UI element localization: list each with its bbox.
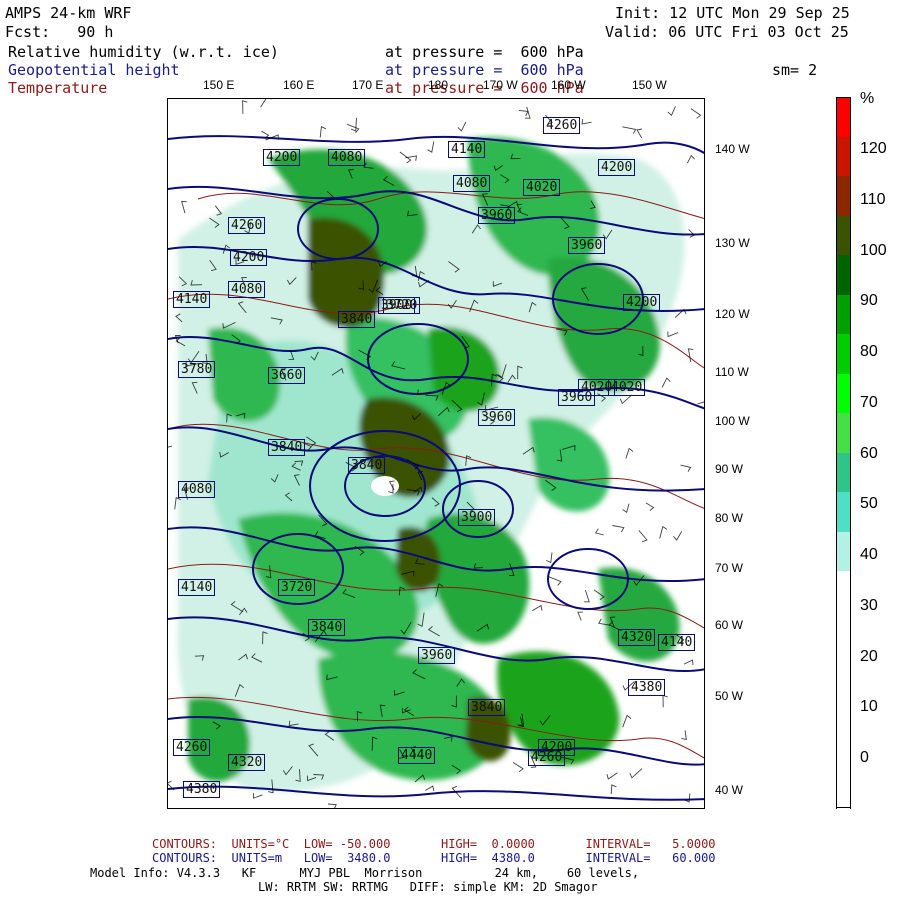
colorbar-unit: %: [860, 90, 875, 107]
lon-label-right: 70 W: [715, 561, 744, 575]
valid-time: Valid: 06 UTC Fri 03 Oct 25: [605, 23, 849, 41]
height-contour-label: 4140: [658, 634, 696, 651]
lon-label-right: 130 W: [715, 236, 750, 250]
height-contour-label: 3840: [308, 619, 346, 636]
height-contour-label: 3960: [418, 647, 456, 664]
colorbar-tick-label: 60: [860, 445, 878, 462]
height-contour-label: 4080: [228, 281, 266, 298]
var-temp-name: Temperature: [8, 79, 108, 97]
lon-label-right: 90 W: [715, 462, 744, 476]
height-contour-label: 4380: [183, 781, 221, 798]
lon-label-right: 110 W: [715, 365, 749, 379]
lon-label-top: 170 W: [483, 78, 518, 92]
lon-label-top: 150 E: [203, 78, 235, 92]
colorbar-tick-label: 70: [860, 394, 878, 411]
lon-label-right: 100 W: [715, 414, 750, 428]
colorbar-tick-label: 50: [860, 495, 878, 512]
var-rh-pressure: at pressure = 600 hPa: [385, 43, 584, 61]
colorbar-frame: [836, 97, 851, 808]
smoothing-label: sm= 2: [772, 61, 818, 79]
colorbar-tick-label: 10: [860, 698, 878, 715]
colorbar-tick-label: 110: [860, 191, 886, 208]
lon-label-right: 140 W: [715, 142, 750, 156]
height-contour-label: 4380: [628, 679, 666, 696]
var-rh-name: Relative humidity (w.r.t. ice): [8, 43, 279, 61]
height-contour-label: 3660: [268, 367, 306, 384]
footer-model-info: Model Info: V4.3.3 KF MYJ PBL Morrison 2…: [90, 866, 640, 880]
model-title: AMPS 24-km WRF: [5, 4, 132, 22]
height-contour-label: 3900: [378, 297, 416, 314]
height-contour-label: 4140: [178, 579, 216, 596]
height-contour-label: 4080: [328, 149, 366, 166]
height-contour-label: 4080: [178, 481, 216, 498]
missing-data-patch: [371, 476, 399, 496]
map-svg: [168, 99, 704, 808]
lon-label-top: 170 E: [352, 78, 384, 92]
height-contour-label: 3720: [278, 579, 316, 596]
height-contour-label: 4200: [623, 294, 661, 311]
height-contour-label: 4140: [173, 291, 211, 308]
colorbar-tick-label: 90: [860, 292, 878, 309]
height-contour-label: 4260: [173, 739, 211, 756]
height-contour-label: 4260: [228, 217, 266, 234]
height-contour-label: 3840: [468, 699, 506, 716]
var-height-pressure: at pressure = 600 hPa: [385, 61, 584, 79]
height-contour-label: 4020: [523, 179, 561, 196]
forecast-hour: Fcst: 90 h: [5, 23, 114, 41]
lon-label-top: 160 W: [551, 78, 586, 92]
lon-label-right: 60 W: [715, 618, 744, 632]
height-contour-label: 3960: [478, 207, 516, 224]
height-contour-label: 4200: [538, 739, 576, 756]
footer-height-contours: CONTOURS: UNITS=m LOW= 3480.0 HIGH= 4380…: [152, 851, 716, 865]
map-panel: 4260 4200 4080 4140 4200 4020 4080 3960 4260 4200…: [167, 98, 705, 809]
height-contour-label: 4320: [618, 629, 656, 646]
height-contour-label: 4140: [448, 141, 486, 158]
var-height-name: Geopotential height: [8, 61, 180, 79]
height-contour-label: 3840: [338, 311, 376, 328]
height-contour-label: 3780: [178, 361, 216, 378]
colorbar-tick-label: 30: [860, 597, 878, 614]
colorbar-tick-label: 120: [860, 140, 887, 157]
lon-label-right: 120 W: [715, 307, 750, 321]
colorbar-tick-label: 80: [860, 343, 878, 360]
height-contour-label: 4440: [398, 747, 436, 764]
height-contour-label: 4320: [228, 754, 266, 771]
init-time: Init: 12 UTC Mon 29 Sep 25: [615, 4, 850, 22]
footer-physics-info: LW: RRTM SW: RRTMG DIFF: simple KM: 2D S…: [258, 880, 598, 894]
height-contour-label: 4200: [263, 149, 301, 166]
lon-label-right: 50 W: [715, 689, 744, 703]
colorbar-tick-label: 40: [860, 546, 878, 563]
footer-temp-contours: CONTOURS: UNITS=°C LOW= -50.000 HIGH= 0.…: [152, 837, 716, 851]
height-contour-label: 3960: [568, 237, 606, 254]
height-contour-label: 3900: [458, 509, 496, 526]
lon-label-top: 150 W: [632, 78, 667, 92]
lon-label-top: 180: [428, 78, 449, 92]
height-contour-label: 3840: [268, 439, 306, 456]
lon-label-top: 160 E: [283, 78, 315, 92]
lon-label-right: 40 W: [715, 783, 744, 797]
height-contour-label: 4200: [598, 159, 636, 176]
height-contour-label: 4020: [578, 379, 616, 396]
colorbar-tick-label: 100: [860, 242, 887, 259]
height-contour-label: 4080: [453, 175, 491, 192]
height-contour-label: 3840: [348, 457, 386, 474]
height-contour-label: 3960: [478, 409, 516, 426]
colorbar-tick-label: 20: [860, 648, 878, 665]
lon-label-right: 80 W: [715, 511, 744, 525]
height-contour-label: 4200: [230, 249, 268, 266]
height-contour-label: 4260: [543, 117, 581, 134]
colorbar-tick-label: 0: [860, 749, 869, 766]
